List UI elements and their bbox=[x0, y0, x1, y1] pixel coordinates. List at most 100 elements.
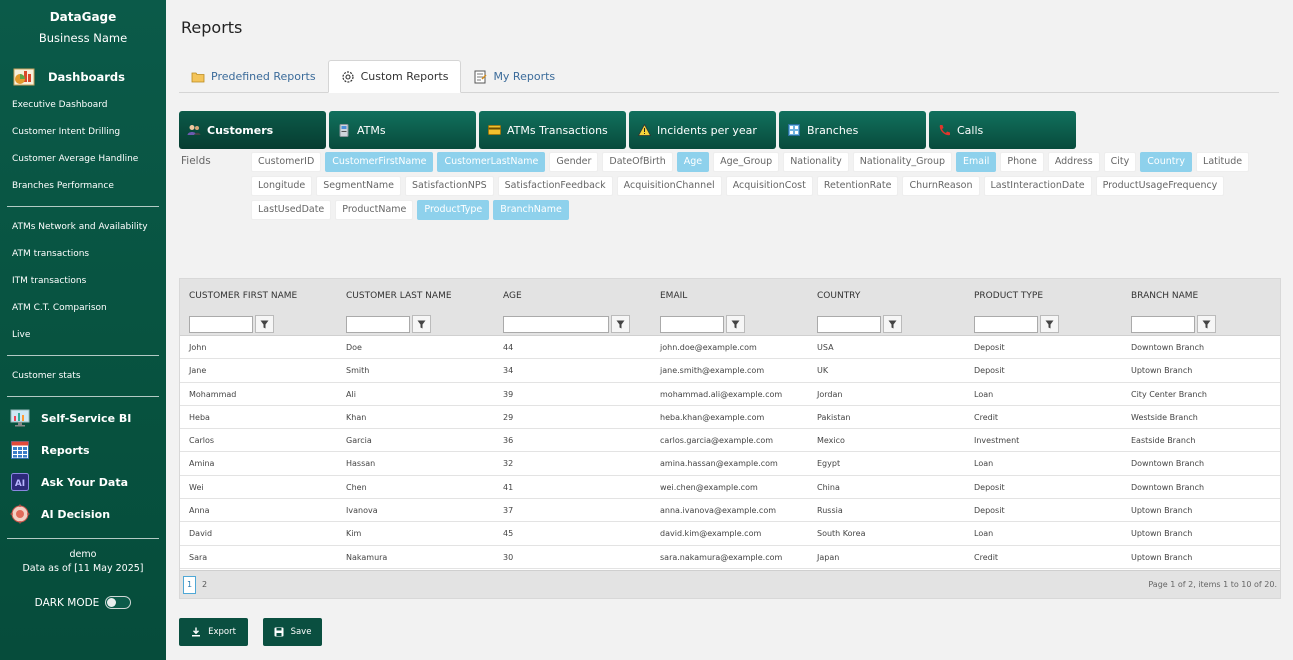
column-header-email[interactable]: EMAIL bbox=[651, 279, 808, 313]
filter-icon[interactable] bbox=[611, 315, 630, 333]
field-chip-acquisitionchannel[interactable]: AcquisitionChannel bbox=[616, 176, 722, 196]
tab-custom-reports[interactable]: Custom Reports bbox=[327, 60, 462, 93]
field-chip-customerlastname[interactable]: CustomerLastName bbox=[437, 152, 546, 172]
column-header-country[interactable]: COUNTRY bbox=[808, 279, 965, 313]
field-chip-satisfactionnps[interactable]: SatisfactionNPS bbox=[405, 176, 494, 196]
sidebar-item-label: Self-Service BI bbox=[41, 411, 132, 425]
table-cell: Mexico bbox=[817, 436, 845, 446]
dashboards-header[interactable]: Dashboards bbox=[0, 65, 166, 89]
entity-atms[interactable]: ATMs bbox=[329, 111, 476, 149]
sidebar-item-live[interactable]: Live bbox=[0, 322, 166, 349]
field-chip-customerfirstname[interactable]: CustomerFirstName bbox=[325, 152, 434, 172]
entity-customers[interactable]: Customers bbox=[179, 111, 326, 149]
table-row[interactable]: Sara Nakamura 30 sara.nakamura@example.com J… bbox=[180, 546, 1280, 569]
grid-header: CUSTOMER FIRST NAME CUSTOMER LAST NAME AGE… bbox=[180, 279, 1280, 313]
field-chip-city[interactable]: City bbox=[1103, 152, 1137, 172]
field-chip-acquisitioncost[interactable]: AcquisitionCost bbox=[725, 176, 813, 196]
filter-icon[interactable] bbox=[412, 315, 431, 333]
table-row[interactable]: Amina Hassan 32 amina.hassan@example.com Egy… bbox=[180, 452, 1280, 476]
filter-icon[interactable] bbox=[1197, 315, 1216, 333]
field-chip-dateofbirth[interactable]: DateOfBirth bbox=[602, 152, 673, 172]
table-row[interactable]: David Kim 45 david.kim@example.com South Kor… bbox=[180, 522, 1280, 546]
table-row[interactable]: Carlos Garcia 36 carlos.garcia@example.com M… bbox=[180, 429, 1280, 453]
column-header-product-type[interactable]: PRODUCT TYPE bbox=[965, 279, 1122, 313]
field-chip-country[interactable]: Country bbox=[1140, 152, 1193, 172]
filter-input-branch-name[interactable] bbox=[1131, 315, 1195, 333]
filter-input-product-type[interactable] bbox=[974, 315, 1038, 333]
filter-input-customer-last-name[interactable] bbox=[346, 315, 410, 333]
filter-input-age[interactable] bbox=[503, 315, 609, 333]
save-button[interactable]: Save bbox=[263, 618, 322, 646]
field-chip-customerid[interactable]: CustomerID bbox=[251, 152, 322, 172]
filter-input-customer-first-name[interactable] bbox=[189, 315, 253, 333]
field-chip-longitude[interactable]: Longitude bbox=[251, 176, 313, 196]
field-chip-branchname[interactable]: BranchName bbox=[493, 200, 569, 220]
field-chip-lastuseddate[interactable]: LastUsedDate bbox=[251, 200, 332, 220]
field-chip-segmentname[interactable]: SegmentName bbox=[316, 176, 402, 196]
field-chip-producttype[interactable]: ProductType bbox=[417, 200, 490, 220]
field-chip-gender[interactable]: Gender bbox=[549, 152, 599, 172]
tab-predefined-reports[interactable]: Predefined Reports bbox=[179, 60, 328, 93]
table-row[interactable]: Anna Ivanova 37 anna.ivanova@example.com Rus… bbox=[180, 499, 1280, 523]
table-row[interactable]: Wei Chen 41 wei.chen@example.com China Deposi… bbox=[180, 476, 1280, 500]
sidebar-item-self-service-bi[interactable]: Self-Service BI bbox=[0, 402, 166, 434]
field-chip-nationality[interactable]: Nationality bbox=[783, 152, 849, 172]
table-cell: Pakistan bbox=[817, 412, 851, 422]
column-header-branch-name[interactable]: BRANCH NAME bbox=[1122, 279, 1279, 313]
dark-mode-toggle[interactable] bbox=[105, 596, 132, 609]
column-header-customer-last-name[interactable]: CUSTOMER LAST NAME bbox=[337, 279, 494, 313]
field-chip-address[interactable]: Address bbox=[1047, 152, 1100, 172]
entity-atms-transactions[interactable]: ATMs Transactions bbox=[479, 111, 626, 149]
data-as-of: Data as of [11 May 2025] bbox=[22, 563, 144, 574]
field-chip-churnreason[interactable]: ChurnReason bbox=[902, 176, 980, 196]
column-header-customer-first-name[interactable]: CUSTOMER FIRST NAME bbox=[180, 279, 337, 313]
table-row[interactable]: Mohammad Ali 39 mohammad.ali@example.com Jor… bbox=[180, 383, 1280, 406]
field-chip-nationality-group[interactable]: Nationality_Group bbox=[852, 152, 953, 172]
field-chip-retentionrate[interactable]: RetentionRate bbox=[816, 176, 899, 196]
entity-branches[interactable]: Branches bbox=[779, 111, 926, 149]
sidebar-item-ai-decision[interactable]: AI Decision bbox=[0, 498, 166, 530]
field-chip-age-group[interactable]: Age_Group bbox=[713, 152, 780, 172]
sidebar-item-reports[interactable]: Reports bbox=[0, 434, 166, 466]
sidebar-item-ask-your-data[interactable]: AI Ask Your Data bbox=[0, 466, 166, 498]
table-row[interactable]: Heba Khan 29 heba.khan@example.com Pakistan C… bbox=[180, 406, 1280, 430]
filter-input-country[interactable] bbox=[817, 315, 881, 333]
sidebar-item-atm-transactions[interactable]: ATM transactions bbox=[0, 241, 166, 268]
filter-icon[interactable] bbox=[255, 315, 274, 333]
field-chip-age[interactable]: Age bbox=[676, 152, 710, 172]
sidebar-item-executive-dashboard[interactable]: Executive Dashboard bbox=[0, 92, 166, 119]
filter-icon[interactable] bbox=[883, 315, 902, 333]
sidebar-item-atm-c-t-comparison[interactable]: ATM C.T. Comparison bbox=[0, 295, 166, 322]
report-tabs: Predefined Reports Custom Reports My Rep… bbox=[179, 60, 1279, 93]
filter-icon[interactable] bbox=[726, 315, 745, 333]
page-button-1[interactable]: 1 bbox=[183, 575, 196, 594]
sidebar-item-itm-transactions[interactable]: ITM transactions bbox=[0, 268, 166, 295]
sidebar-item-customer-average-handline[interactable]: Customer Average Handline bbox=[0, 146, 166, 173]
tab-my-reports[interactable]: My Reports bbox=[461, 60, 567, 93]
filter-icon[interactable] bbox=[1040, 315, 1059, 333]
tab-label: Predefined Reports bbox=[211, 70, 316, 83]
field-chip-satisfactionfeedback[interactable]: SatisfactionFeedback bbox=[497, 176, 613, 196]
sidebar-item-atms-network-and-availability[interactable]: ATMs Network and Availability bbox=[0, 214, 166, 241]
table-row[interactable]: Jane Smith 34 jane.smith@example.com UK Depos… bbox=[180, 359, 1280, 383]
field-chip-lastinteractiondate[interactable]: LastInteractionDate bbox=[983, 176, 1092, 196]
table-cell: City Center Branch bbox=[1131, 389, 1207, 399]
entity-calls[interactable]: Calls bbox=[929, 111, 1076, 149]
page-button-2[interactable]: 2 bbox=[198, 576, 211, 594]
sidebar-item-customer-intent-drilling[interactable]: Customer Intent Drilling bbox=[0, 119, 166, 146]
table-row[interactable]: John Doe 44 john.doe@example.com USA Deposit D… bbox=[180, 336, 1280, 360]
sidebar-item-branches-performance[interactable]: Branches Performance bbox=[0, 173, 166, 200]
field-chip-productusagefrequency[interactable]: ProductUsageFrequency bbox=[1095, 176, 1225, 196]
dashboards-label: Dashboards bbox=[48, 70, 125, 84]
field-chip-email[interactable]: Email bbox=[956, 152, 997, 172]
column-header-age[interactable]: AGE bbox=[494, 279, 651, 313]
field-chip-productname[interactable]: ProductName bbox=[335, 200, 414, 220]
table-cell: heba.khan@example.com bbox=[660, 412, 765, 422]
entity-incidents-per-year[interactable]: Incidents per year bbox=[629, 111, 776, 149]
export-button[interactable]: Export bbox=[179, 618, 248, 646]
field-chips: CustomerID CustomerFirstName CustomerLastN… bbox=[251, 152, 1281, 224]
filter-input-email[interactable] bbox=[660, 315, 724, 333]
field-chip-latitude[interactable]: Latitude bbox=[1196, 152, 1250, 172]
sidebar-item-customer-stats[interactable]: Customer stats bbox=[0, 363, 166, 390]
field-chip-phone[interactable]: Phone bbox=[1000, 152, 1044, 172]
